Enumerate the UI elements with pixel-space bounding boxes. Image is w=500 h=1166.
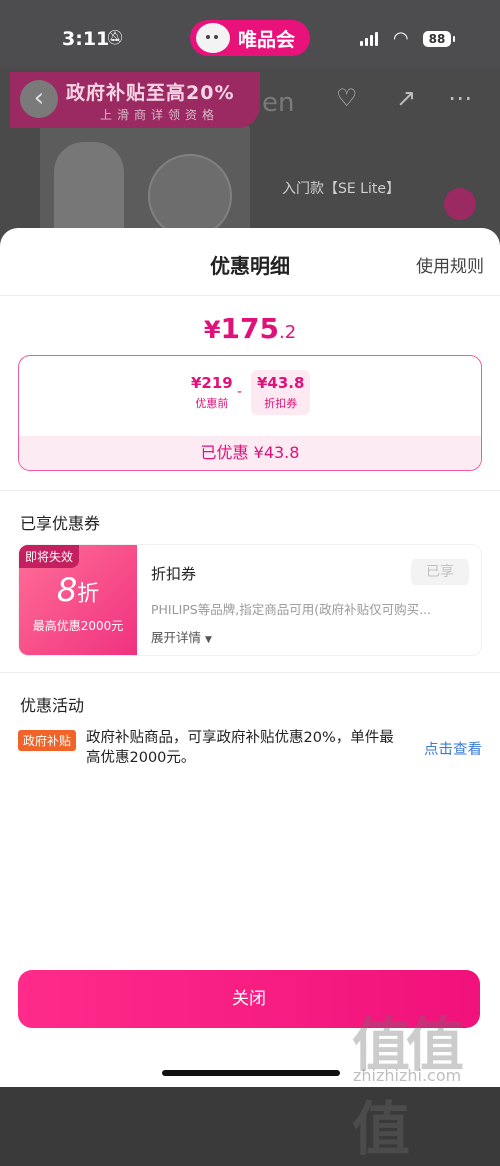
home-indicator[interactable] [162, 1070, 340, 1076]
original-price-value: ¥219 [191, 374, 233, 392]
price-calculation-box: ¥219 优惠前 - ¥43.8 折扣券 已优惠 ¥43.8 [18, 355, 482, 471]
app-indicator-pill[interactable]: 唯品会 [190, 20, 310, 56]
expire-badge: 即将失效 [19, 545, 80, 568]
watermark-url: zhizhizhi.com [353, 1066, 462, 1085]
coupon-max-discount: 最高优惠2000元 [32, 619, 124, 633]
coupon-description: PHILIPS等品牌,指定商品可用(政府补贴仅可购买... [151, 602, 432, 617]
more-icon[interactable]: ⋯ [448, 84, 472, 112]
coupon-expand-details[interactable]: 展开详情 ▼ [151, 627, 212, 646]
coupons-section-title: 已享优惠券 [20, 514, 101, 533]
discount-label: 折扣券 [264, 397, 298, 410]
coupon-discount-number: 8 [56, 571, 78, 609]
status-time: 3:11 [62, 28, 110, 50]
discount-value: ¥43.8 [257, 374, 305, 392]
coupon-status-button: 已享 [411, 559, 469, 585]
cellular-signal-icon [360, 32, 378, 46]
divider [0, 295, 500, 296]
battery-icon: 88 [423, 31, 455, 47]
share-icon[interactable]: ↗ [396, 84, 416, 112]
price-decimal: .2 [278, 322, 297, 343]
product-model-text: 入门款【SE Lite】 [282, 181, 400, 197]
mute-bell-icon: 🔕︎ [106, 30, 124, 46]
coupon-name: 折扣券 [151, 565, 197, 583]
coupon-value-panel: 即将失效 8折 最高优惠2000元 [19, 545, 137, 655]
saved-amount: 已优惠 ¥43.8 [19, 436, 481, 470]
app-mascot-icon [196, 23, 230, 53]
app-name: 唯品会 [238, 28, 296, 51]
price-currency: ¥ [203, 316, 221, 344]
usage-rules-link[interactable]: 使用规则 [416, 252, 484, 277]
divider [0, 490, 500, 491]
coupon-expand-label: 展开详情 [151, 630, 202, 645]
price-integer: 175 [220, 312, 279, 345]
live-badge-icon[interactable] [444, 188, 476, 220]
back-arrow-icon[interactable]: ‹ [20, 80, 58, 118]
status-bar: 3:11 🔕︎ 唯品会 ◠ 88 [0, 0, 500, 68]
caret-down-icon: ▼ [205, 635, 212, 645]
wifi-icon: ◠ [393, 28, 409, 49]
favorite-heart-icon[interactable]: ♡ [336, 84, 358, 112]
minus-sign: - [237, 384, 243, 400]
gov-banner-subtitle: 上滑商详领资格 [100, 108, 220, 122]
coupon-discount: 8折 [19, 571, 137, 609]
discount-detail-sheet: 优惠明细 使用规则 ¥175.2 ¥219 优惠前 - ¥43.8 折扣券 已优… [0, 228, 500, 1163]
brand-logo-fragment: en [262, 88, 295, 118]
gov-subsidy-tag: 政府补贴 [18, 730, 77, 751]
divider [0, 672, 500, 673]
final-price: ¥175.2 [0, 312, 500, 345]
original-price-label: 优惠前 [195, 397, 229, 410]
discount-coupon-item: ¥43.8 折扣券 [251, 370, 311, 415]
coupon-card[interactable]: 即将失效 8折 最高优惠2000元 折扣券 已享 PHILIPS等品牌,指定商品… [18, 544, 482, 656]
view-activity-link[interactable]: 点击查看 [424, 738, 482, 759]
coupon-discount-unit: 折 [77, 582, 100, 607]
gov-banner-title: 政府补贴至高20% [66, 82, 235, 104]
original-price-item: ¥219 优惠前 [191, 374, 233, 411]
gov-subsidy-banner[interactable]: ‹ 政府补贴至高20% 上滑商详领资格 [10, 72, 260, 128]
coupon-perforated-edge [131, 545, 143, 655]
activity-description: 政府补贴商品，可享政府补贴优惠20%，单件最高优惠2000元。 [86, 730, 394, 766]
activity-section-title: 优惠活动 [20, 696, 85, 715]
